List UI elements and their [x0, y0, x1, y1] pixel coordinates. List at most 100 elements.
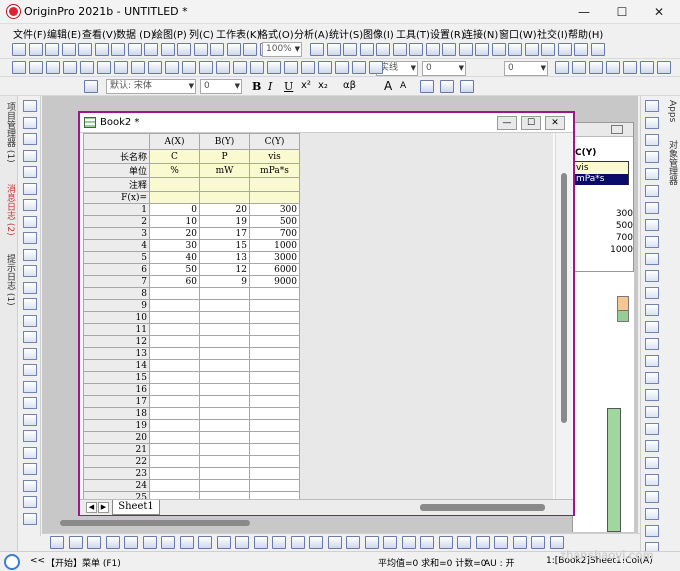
worksheet-grid[interactable]: A(X) B(Y) C(Y) 长名称 C Pvis 单位% mW mPa*s 注释 F(x)=… [83, 133, 553, 499]
line-width-select-2[interactable]: 0 ▼ [504, 61, 548, 76]
plot-type-icon[interactable] [179, 536, 194, 549]
dock-tool-icon[interactable] [645, 474, 659, 486]
column-header-c[interactable]: C(Y) [249, 133, 300, 150]
dock-tool-icon[interactable] [645, 253, 659, 265]
data-cell[interactable] [249, 383, 300, 396]
plot-type-icon[interactable] [327, 536, 342, 549]
horizontal-scroll-thumb[interactable] [420, 504, 545, 511]
toolbar-icon[interactable] [233, 61, 247, 74]
row-number[interactable]: 5 [83, 251, 150, 264]
dock-tool-icon[interactable] [645, 525, 659, 537]
toolbar-icon[interactable] [226, 43, 241, 56]
row-number[interactable]: 2 [83, 215, 150, 228]
data-cell[interactable] [149, 467, 200, 480]
plot-type-icon[interactable] [346, 536, 360, 549]
vertical-scrollbar[interactable] [555, 133, 572, 501]
row-number[interactable]: 7 [83, 275, 150, 288]
project-explorer-tab[interactable]: 项目管理器 (1) [3, 102, 15, 172]
toolbar-icon[interactable] [352, 61, 366, 74]
book-maximize-icon[interactable]: ☐ [521, 116, 541, 130]
dock-tool-icon[interactable] [645, 100, 659, 112]
meta-cell[interactable]: % [149, 163, 200, 178]
toolbar-icon[interactable] [420, 80, 434, 93]
toolbar-icon[interactable] [160, 43, 175, 56]
toolbar-icon[interactable] [369, 61, 383, 74]
tool-icon[interactable] [23, 149, 37, 162]
object-manager-tab[interactable]: 对象管理器 [665, 140, 677, 195]
plot-type-icon[interactable] [364, 536, 379, 549]
data-cell[interactable]: 700 [249, 227, 300, 240]
tool-icon[interactable] [23, 496, 37, 508]
toolbar-icon[interactable] [343, 43, 357, 56]
menu-item[interactable]: 连接(N) [463, 26, 498, 41]
toolbar-icon[interactable] [359, 43, 374, 56]
data-cell[interactable] [199, 479, 250, 492]
data-cell[interactable] [149, 395, 200, 408]
toolbar-icon[interactable] [574, 43, 588, 56]
increase-font-button[interactable]: A [384, 79, 392, 93]
data-cell[interactable] [199, 395, 250, 408]
toolbar-icon[interactable] [326, 43, 341, 56]
toolbar-icon[interactable] [127, 43, 142, 56]
row-number[interactable]: 8 [83, 287, 150, 300]
book-close-icon[interactable]: ✕ [545, 116, 565, 130]
data-cell[interactable] [249, 323, 300, 336]
data-cell[interactable] [149, 323, 200, 336]
meta-cell[interactable]: C [149, 149, 200, 164]
meta-row-label[interactable]: 长名称 [83, 149, 150, 164]
tool-icon[interactable] [23, 182, 37, 195]
toolbar-icon[interactable] [460, 80, 474, 93]
meta-cell[interactable] [199, 191, 250, 204]
dock-tool-icon[interactable] [645, 134, 659, 146]
data-cell[interactable] [199, 335, 250, 348]
dock-tool-icon[interactable] [645, 406, 659, 418]
toolbar-icon[interactable] [425, 43, 440, 56]
toolbar-icon[interactable] [165, 61, 179, 74]
toolbar-icon[interactable] [508, 43, 522, 56]
close-icon[interactable]: ✕ [651, 4, 667, 20]
menu-item[interactable]: 编辑(E) [47, 26, 81, 41]
plot-type-icon[interactable] [383, 536, 397, 549]
meta-cell[interactable]: P [199, 149, 250, 164]
row-number[interactable]: 23 [83, 467, 150, 480]
meta-cell[interactable]: mW [199, 163, 250, 178]
toolbar-icon[interactable] [284, 61, 298, 74]
dock-tool-icon[interactable] [645, 508, 659, 520]
data-cell[interactable] [199, 443, 250, 456]
data-cell[interactable] [199, 371, 250, 384]
toolbar-icon[interactable] [458, 43, 473, 56]
zoom-select[interactable]: 100% ▼ [262, 42, 302, 57]
dock-tool-icon[interactable] [645, 219, 659, 231]
toolbar-icon[interactable] [131, 61, 145, 74]
data-cell[interactable] [149, 443, 200, 456]
data-cell[interactable]: 40 [149, 251, 200, 264]
data-cell[interactable] [249, 467, 300, 480]
tool-icon[interactable] [23, 430, 37, 442]
toolbar-icon[interactable] [210, 43, 224, 56]
toolbar-icon[interactable] [148, 61, 162, 74]
toolbar-icon[interactable] [267, 61, 281, 74]
plot-type-icon[interactable] [475, 536, 490, 549]
row-number[interactable]: 11 [83, 323, 150, 336]
prev-sheet-icon[interactable]: ◀ [86, 502, 97, 513]
apps-tab[interactable]: Apps [665, 100, 677, 132]
data-cell[interactable] [149, 287, 200, 300]
data-cell[interactable] [199, 419, 250, 432]
background-book-window[interactable]: C(Y) vis mPa*s 300 500 700 1000 [572, 122, 634, 272]
menu-item[interactable]: 文件(F) [13, 26, 47, 41]
dock-tool-icon[interactable] [645, 321, 659, 333]
row-number[interactable]: 9 [83, 299, 150, 312]
row-number[interactable]: 6 [83, 263, 150, 276]
toolbar-icon[interactable] [193, 43, 208, 56]
italic-button[interactable]: I [268, 80, 272, 93]
plot-type-icon[interactable] [290, 536, 305, 549]
dock-tool-icon[interactable] [645, 491, 659, 503]
worksheet-table[interactable]: A(X) B(Y) C(Y) 长名称 C Pvis 单位% mW mPa*s 注释 F(x)=… [83, 133, 300, 499]
data-cell[interactable]: 30 [149, 239, 200, 252]
row-number[interactable]: 12 [83, 335, 150, 348]
toolbar-icon[interactable] [28, 43, 43, 56]
data-cell[interactable] [199, 431, 250, 444]
plot-type-icon[interactable] [198, 536, 212, 549]
toolbar-icon[interactable] [12, 61, 26, 74]
toolbar-icon[interactable] [177, 43, 191, 56]
